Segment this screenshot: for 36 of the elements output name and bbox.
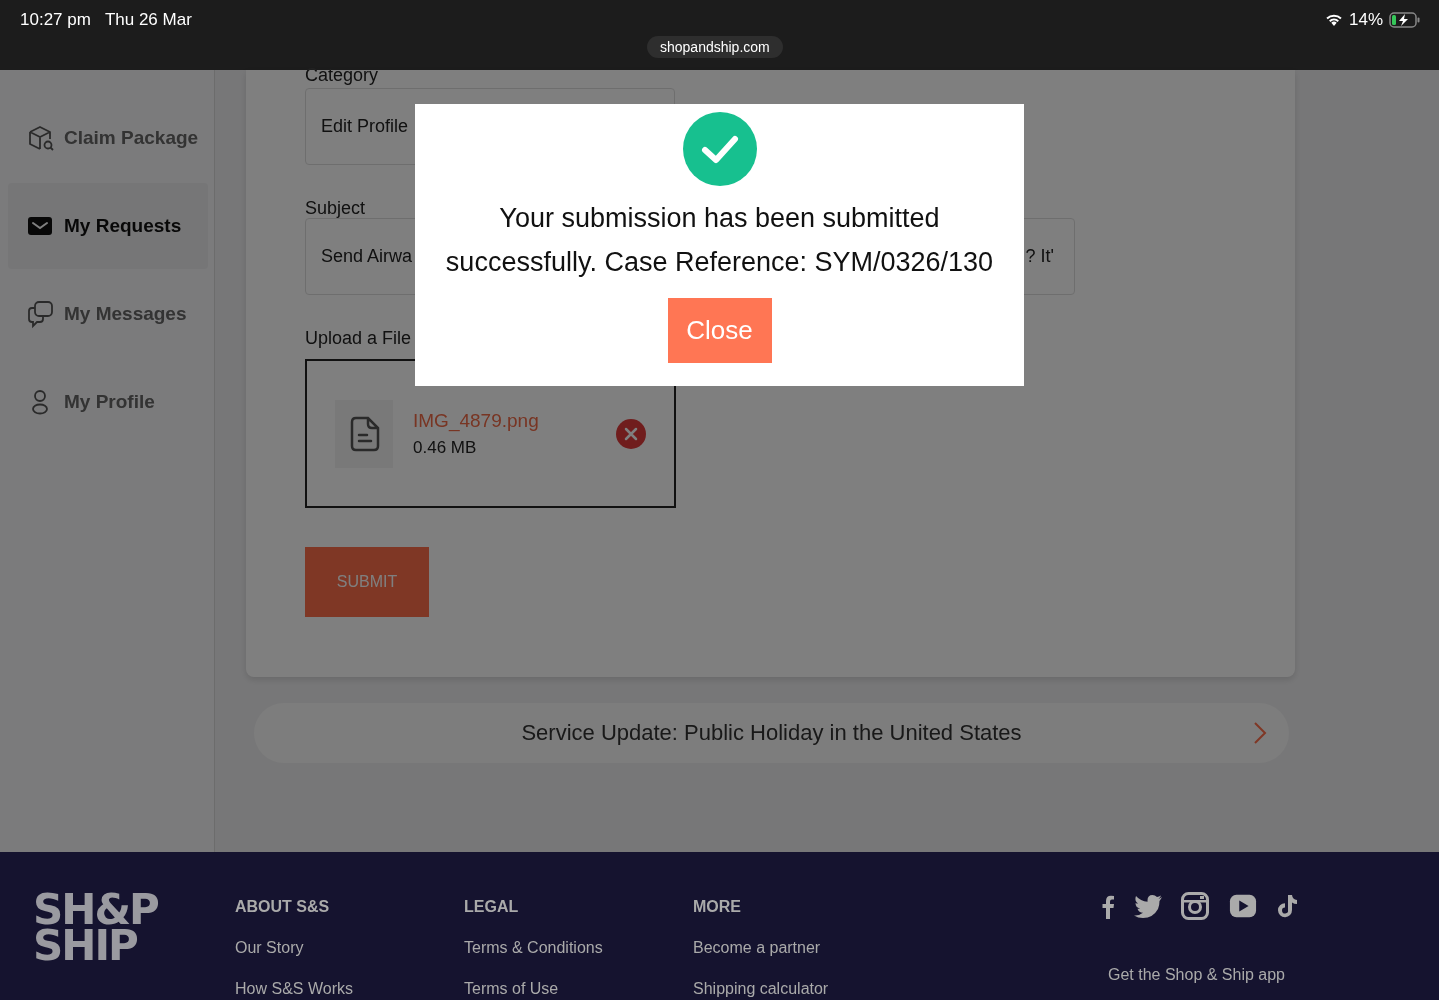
logo[interactable]: SH&P SHIP <box>33 892 161 1000</box>
footer-link[interactable]: How S&S Works <box>235 980 464 998</box>
footer-link[interactable]: Terms of Use <box>464 980 693 998</box>
url-pill[interactable]: shopandship.com <box>647 36 783 58</box>
notice-text: Service Update: Public Holiday in the United States <box>521 720 1022 746</box>
status-time: 10:27 pm <box>20 10 91 30</box>
music-note-icon[interactable] <box>1277 892 1299 920</box>
footer-link[interactable]: Shipping calculator <box>693 980 922 998</box>
battery-icon <box>1389 12 1421 28</box>
notice-banner[interactable]: Service Update: Public Holiday in the United States <box>254 703 1289 763</box>
footer-heading: ABOUT S&S <box>235 898 331 916</box>
file-name: IMG_4879.png <box>413 409 540 432</box>
file-icon <box>335 399 393 468</box>
dialog-message: Your submission has been submitted successfully. Case Reference: SYM/0326/130 <box>444 202 995 279</box>
check-icon <box>682 112 757 186</box>
battery-percent: 14% <box>1348 10 1383 30</box>
camera-icon[interactable] <box>1181 892 1209 920</box>
chat-icon <box>26 299 54 329</box>
remove-icon[interactable] <box>616 418 646 449</box>
video-icon[interactable] <box>1227 892 1259 920</box>
footer-heading: LEGAL <box>464 898 520 916</box>
wifi-icon <box>1324 13 1343 27</box>
footer-heading: MORE <box>693 898 742 916</box>
sidebar-item[interactable]: My Requests <box>8 183 208 269</box>
file-size: 0.46 MB <box>413 437 478 458</box>
bird-icon[interactable] <box>1133 892 1163 920</box>
footer-link[interactable]: Our Story <box>235 939 464 957</box>
field-label: Category <box>305 65 379 87</box>
package-icon <box>26 123 54 153</box>
footer-link[interactable]: Become a partner <box>693 939 922 957</box>
footer-link[interactable]: Terms & Conditions <box>464 939 693 957</box>
status-date: Thu 26 Mar <box>104 10 192 30</box>
field-label: Upload a File <box>305 328 412 350</box>
app-promo-text: Get the Shop & Ship app <box>1108 966 1285 984</box>
field-label: Subject <box>305 198 366 220</box>
chevron-icon <box>1253 721 1267 745</box>
